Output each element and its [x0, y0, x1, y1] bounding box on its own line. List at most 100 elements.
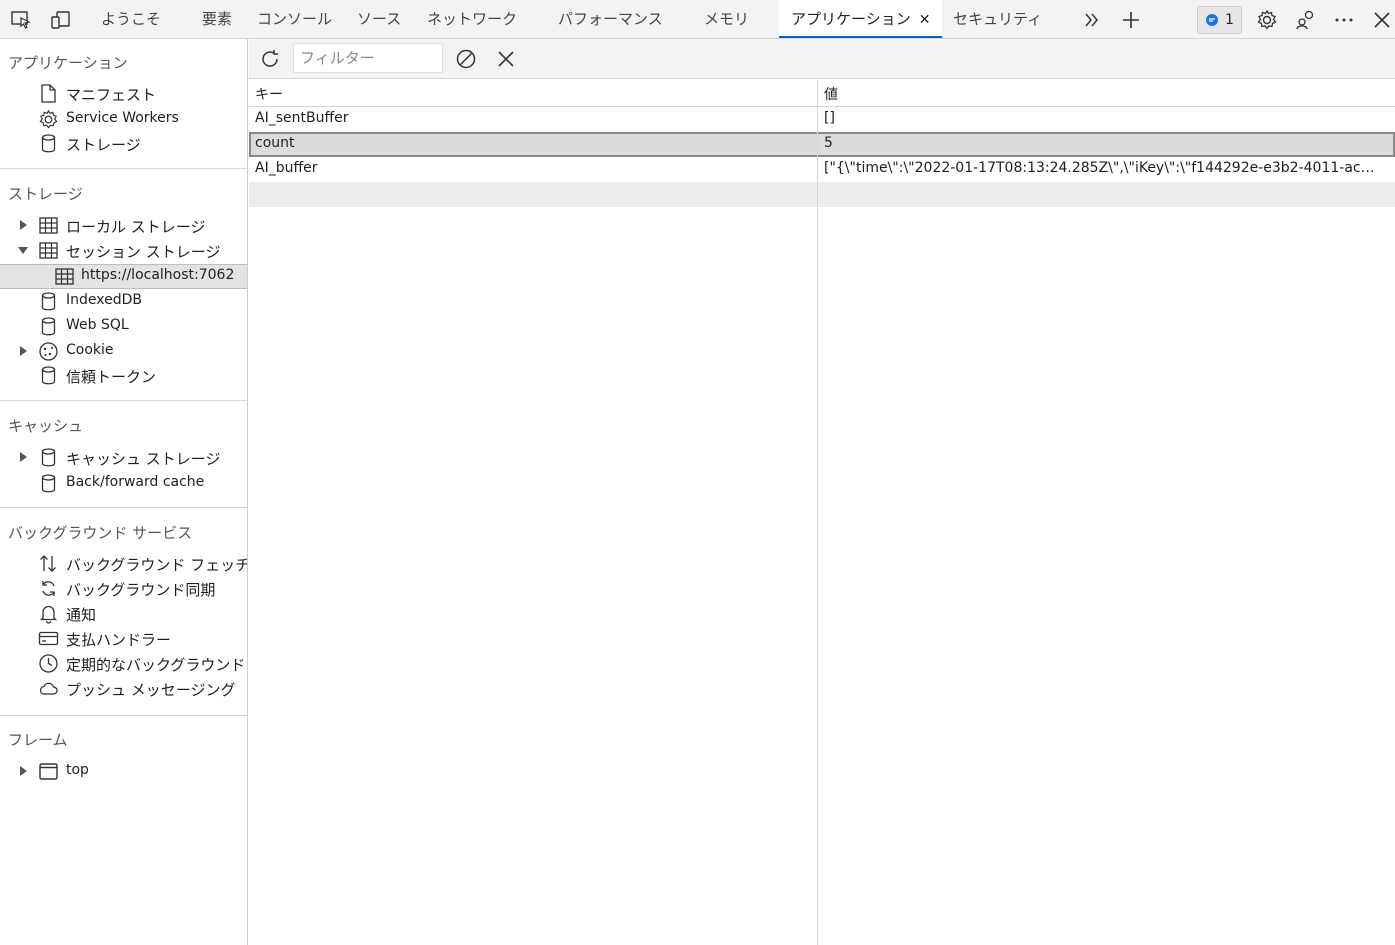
- tab-elements[interactable]: 要素: [202, 0, 232, 38]
- tab-console[interactable]: コンソール: [257, 0, 332, 38]
- clear-all-icon[interactable]: [454, 47, 478, 71]
- tab-sources[interactable]: ソース: [357, 0, 401, 38]
- collapse-arrow-icon[interactable]: [18, 245, 28, 255]
- refresh-icon[interactable]: [258, 47, 282, 71]
- credit-card-icon: [38, 628, 59, 649]
- sidebar-item-session-origin[interactable]: https://localhost:7062: [0, 264, 247, 289]
- table-row-selected[interactable]: count 5: [249, 132, 1395, 157]
- device-emulation-icon[interactable]: [48, 7, 74, 33]
- sidebar-item-label: ローカル ストレージ: [66, 218, 206, 236]
- document-icon: [38, 83, 59, 104]
- inspect-element-icon[interactable]: [8, 7, 34, 33]
- sidebar-item-notifications[interactable]: 通知: [0, 601, 247, 626]
- sync-icon: [38, 578, 59, 599]
- sidebar-item-indexeddb[interactable]: IndexedDB: [0, 289, 247, 314]
- sidebar-item-label: 支払ハンドラー: [66, 631, 172, 649]
- more-tabs-icon[interactable]: [1079, 7, 1105, 33]
- sidebar-item-cookie[interactable]: Cookie: [0, 339, 247, 364]
- devtools-tab-bar: ようこそ 要素 コンソール ソース ネットワーク パフォーマンス メモリ アプリ…: [0, 0, 1395, 39]
- issues-message-icon: [1206, 14, 1219, 26]
- clock-icon: [38, 653, 59, 674]
- sidebar-item-label: Cookie: [66, 342, 114, 358]
- filter-input[interactable]: [293, 43, 443, 73]
- issues-button[interactable]: 1: [1197, 6, 1242, 34]
- feedback-icon[interactable]: [1293, 7, 1319, 33]
- sidebar-item-background-sync[interactable]: バックグラウンド同期: [0, 576, 247, 601]
- delete-selected-icon[interactable]: [494, 47, 518, 71]
- database-icon: [38, 447, 59, 468]
- add-tab-icon[interactable]: [1118, 7, 1144, 33]
- settings-gear-icon[interactable]: [1254, 7, 1280, 33]
- sidebar-item-push-messaging[interactable]: プッシュ メッセージング: [0, 676, 247, 701]
- tab-application-label: アプリケーション: [791, 10, 911, 28]
- sidebar-item-label: バックグラウンド同期: [66, 581, 216, 599]
- sidebar-item-label: 通知: [66, 606, 97, 624]
- sidebar-item-session-storage[interactable]: セッション ストレージ: [0, 238, 247, 263]
- cookie-icon: [38, 341, 59, 362]
- table-grid-icon: [38, 215, 59, 236]
- storage-toolbar: [249, 39, 1395, 79]
- tab-memory[interactable]: メモリ: [704, 0, 749, 38]
- sidebar-item-bfcache[interactable]: Back/forward cache: [0, 471, 247, 496]
- close-tab-icon[interactable]: ✕: [919, 1, 931, 39]
- sidebar-item-label: マニフェスト: [66, 86, 157, 104]
- column-header-key[interactable]: キー: [255, 84, 283, 104]
- application-sidebar: アプリケーション マニフェスト Service Workers ストレージ スト…: [0, 39, 248, 945]
- table-header: キー 値: [249, 80, 1395, 107]
- section-title-background-services: バックグラウンド サービス: [8, 524, 193, 542]
- section-title-cache: キャッシュ: [8, 417, 84, 435]
- sidebar-item-label: https://localhost:7062: [81, 267, 235, 283]
- section-divider: [0, 400, 247, 401]
- tab-performance[interactable]: パフォーマンス: [558, 0, 663, 38]
- sidebar-item-local-storage[interactable]: ローカル ストレージ: [0, 213, 247, 238]
- value-cell: ["{\"time\":\"2022-01-17T08:13:24.285Z\"…: [824, 160, 1379, 176]
- database-icon: [38, 291, 59, 312]
- table-row[interactable]: AI_sentBuffer []: [249, 107, 1395, 132]
- sidebar-item-label: プッシュ メッセージング: [66, 681, 236, 699]
- sidebar-item-payment-handler[interactable]: 支払ハンドラー: [0, 626, 247, 651]
- database-icon: [38, 133, 59, 154]
- key-cell: count: [255, 135, 295, 151]
- tab-security[interactable]: セキュリティ: [953, 0, 1042, 38]
- tab-welcome[interactable]: ようこそ: [101, 0, 161, 38]
- sidebar-item-top-frame[interactable]: top: [0, 759, 247, 784]
- key-cell: AI_sentBuffer: [255, 110, 349, 126]
- sidebar-item-periodic-background-sync[interactable]: 定期的なバックグラウンド: [0, 651, 247, 676]
- cloud-icon: [38, 678, 59, 699]
- table-row[interactable]: AI_buffer ["{\"time\":\"2022-01-17T08:13…: [249, 157, 1395, 182]
- gear-icon: [38, 109, 59, 130]
- expand-arrow-icon[interactable]: [18, 452, 28, 462]
- close-devtools-icon[interactable]: [1369, 7, 1395, 33]
- sidebar-item-label: バックグラウンド フェッチ: [66, 556, 248, 574]
- sidebar-item-service-workers[interactable]: Service Workers: [0, 107, 247, 132]
- database-icon: [38, 473, 59, 494]
- sidebar-item-label: 信頼トークン: [66, 368, 157, 386]
- key-cell: AI_buffer: [255, 160, 318, 176]
- tab-application[interactable]: アプリケーション ✕: [779, 0, 943, 39]
- sidebar-item-manifest[interactable]: マニフェスト: [0, 81, 247, 106]
- sidebar-item-label: セッション ストレージ: [66, 243, 221, 261]
- section-divider: [0, 507, 247, 508]
- value-cell: 5: [824, 135, 833, 151]
- expand-arrow-icon[interactable]: [18, 220, 28, 230]
- column-divider[interactable]: [817, 80, 818, 945]
- section-title-frames: フレーム: [8, 731, 68, 749]
- column-header-value[interactable]: 値: [824, 84, 838, 104]
- section-title-application: アプリケーション: [8, 54, 128, 72]
- sidebar-item-cache-storage[interactable]: キャッシュ ストレージ: [0, 445, 247, 470]
- sidebar-item-websql[interactable]: Web SQL: [0, 314, 247, 339]
- up-down-arrows-icon: [38, 553, 59, 574]
- more-options-icon[interactable]: [1331, 7, 1357, 33]
- sidebar-item-label: Web SQL: [66, 317, 129, 333]
- tab-network[interactable]: ネットワーク: [427, 0, 517, 38]
- database-icon: [38, 316, 59, 337]
- session-storage-table: キー 値 AI_sentBuffer [] count 5 AI_buffer …: [249, 80, 1395, 945]
- value-cell: []: [824, 110, 835, 126]
- sidebar-item-storage-overview[interactable]: ストレージ: [0, 131, 247, 156]
- sidebar-item-trust-tokens[interactable]: 信頼トークン: [0, 363, 247, 388]
- sidebar-item-label: キャッシュ ストレージ: [66, 450, 221, 468]
- sidebar-item-label: IndexedDB: [66, 292, 142, 308]
- sidebar-item-background-fetch[interactable]: バックグラウンド フェッチ: [0, 551, 248, 576]
- expand-arrow-icon[interactable]: [18, 766, 28, 776]
- expand-arrow-icon[interactable]: [18, 346, 28, 356]
